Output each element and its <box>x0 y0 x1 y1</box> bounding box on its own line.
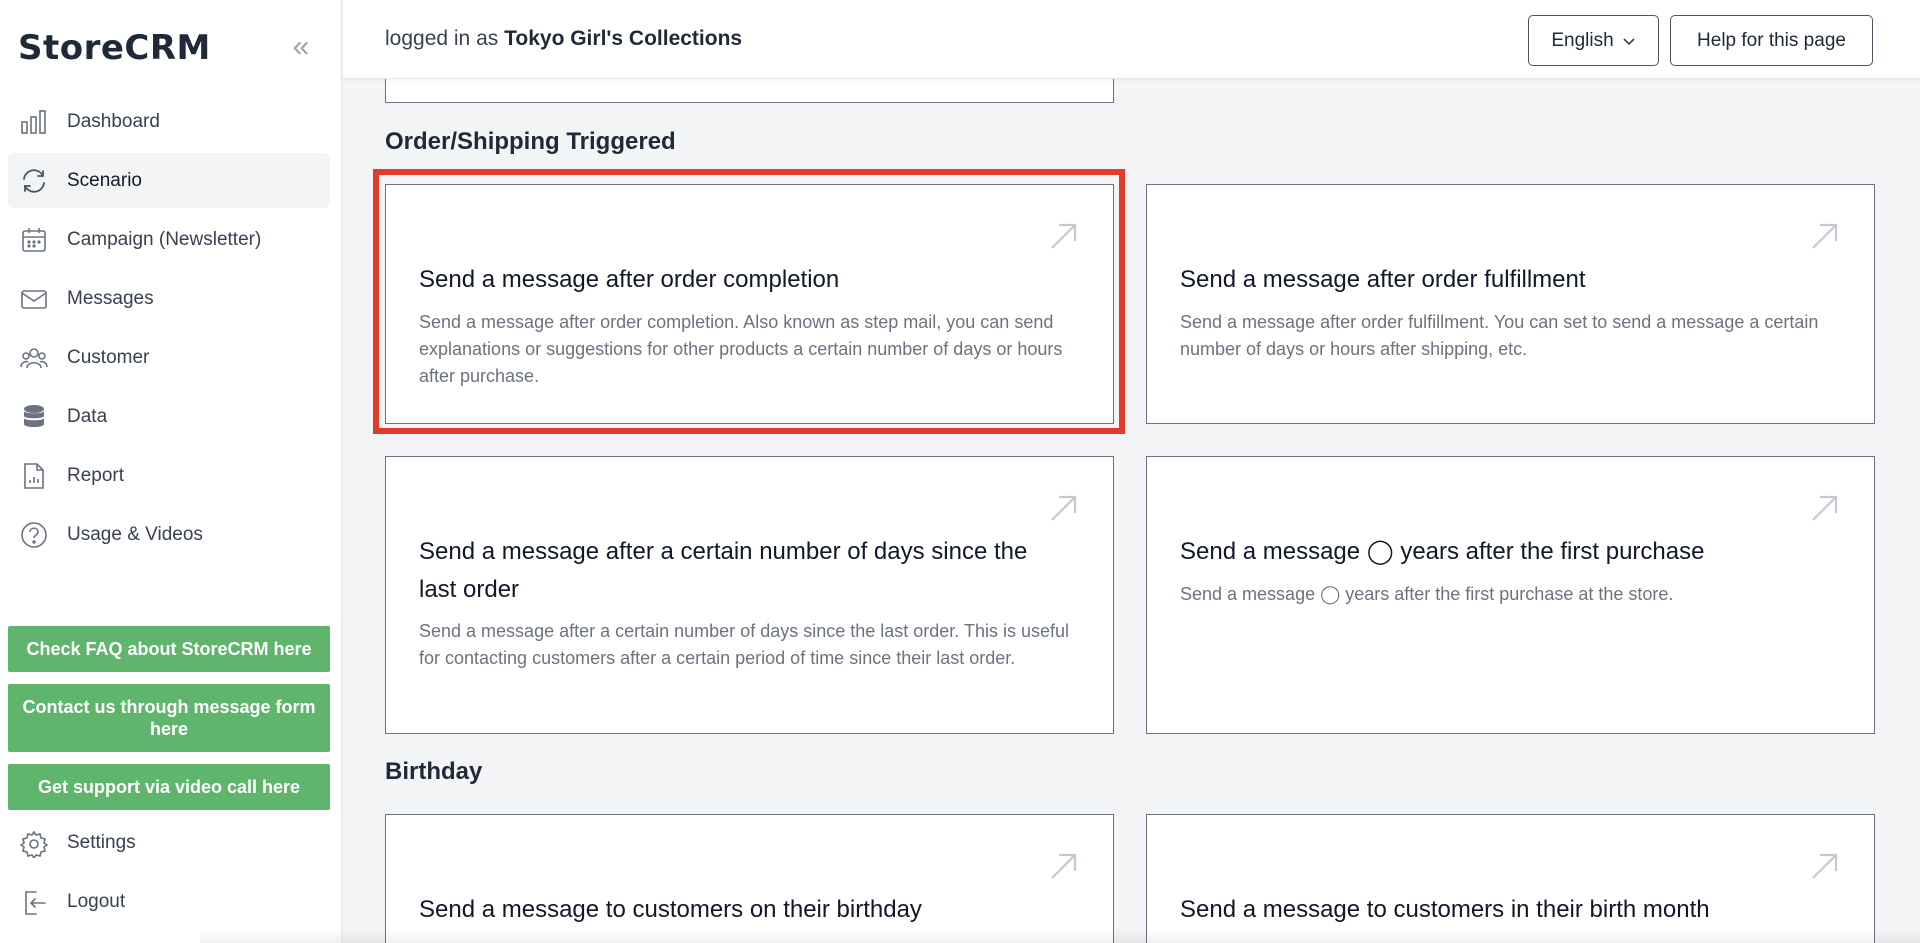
logout-icon <box>25 891 46 915</box>
scenario-card-order-fulfillment[interactable]: Send a message after order fulfillment S… <box>1146 184 1875 424</box>
settings-label: Settings <box>67 832 136 853</box>
arrow-up-right-icon <box>1812 223 1838 249</box>
top-header: logged in as Tokyo Girl's Collections En… <box>343 0 1920 79</box>
card-description: Send a message ◯ years after the first p… <box>1180 584 1674 604</box>
scenario-card-years-after-first-purchase[interactable]: Send a message ◯ years after the first p… <box>1146 456 1875 734</box>
language-select[interactable]: English <box>1528 15 1659 66</box>
users-icon <box>20 348 48 369</box>
sidebar-item-logout[interactable]: Logout <box>8 875 330 930</box>
sidebar-item-label: Campaign (Newsletter) <box>67 228 262 250</box>
refresh-icon <box>23 169 45 193</box>
sidebar-item-label: Messages <box>67 287 154 309</box>
contact-button[interactable]: Contact us through message form here <box>8 684 330 752</box>
login-prefix: logged in as <box>385 27 499 50</box>
sidebar-item-settings[interactable]: Settings <box>8 816 330 871</box>
login-status: logged in as Tokyo Girl's Collections <box>385 27 742 51</box>
arrow-up-right-icon <box>1051 495 1077 521</box>
help-button[interactable]: Help for this page <box>1670 15 1873 66</box>
sidebar-item-label: Report <box>67 464 125 486</box>
main-content: Order/Shipping Triggered Send a message … <box>343 0 1920 943</box>
sidebar-item-campaign[interactable]: Campaign (Newsletter) <box>8 212 330 267</box>
card-title: Send a message after order completion <box>419 266 840 293</box>
database-icon <box>24 405 44 427</box>
calendar-icon <box>22 228 46 252</box>
card-description: Send a message after order fulfillment. … <box>1180 312 1819 359</box>
brand-logo: StoreCRM <box>18 28 211 68</box>
sidebar-item-scenario[interactable]: Scenario <box>8 153 330 208</box>
card-title: Send a message to customers on their bir… <box>419 896 922 923</box>
envelope-icon <box>21 290 47 309</box>
sidebar-item-usage-videos[interactable]: Usage & Videos <box>8 507 330 562</box>
sidebar-item-data[interactable]: Data <box>8 389 330 444</box>
video-support-button[interactable]: Get support via video call here <box>8 764 330 810</box>
card-title: Send a message after order fulfillment <box>1180 266 1586 293</box>
sidebar: StoreCRM « Dashboard Scenario Campaign (… <box>0 0 342 943</box>
card-title: Send a message ◯ years after the first p… <box>1180 538 1705 565</box>
scenario-card-birth-month[interactable]: Send a message to customers in their bir… <box>1146 814 1875 943</box>
faq-button[interactable]: Check FAQ about StoreCRM here <box>8 626 330 672</box>
section-title-birthday: Birthday <box>385 758 483 785</box>
bottom-shadow <box>200 929 1920 943</box>
arrow-up-right-icon <box>1812 495 1838 521</box>
section-title-order-shipping: Order/Shipping Triggered <box>385 128 676 155</box>
sidebar-item-label: Customer <box>67 346 150 368</box>
language-label: English <box>1551 29 1614 51</box>
arrow-up-right-icon <box>1812 853 1838 879</box>
scenario-card-birthday[interactable]: Send a message to customers on their bir… <box>385 814 1114 943</box>
card-title: Send a message to customers in their bir… <box>1180 896 1710 923</box>
bar-chart-icon <box>21 110 46 134</box>
gear-icon <box>20 830 48 858</box>
sidebar-item-label: Scenario <box>67 169 142 191</box>
sidebar-item-label: Data <box>67 405 108 427</box>
question-circle-icon <box>21 522 47 548</box>
sidebar-item-messages[interactable]: Messages <box>8 271 330 326</box>
collapse-sidebar-icon[interactable]: « <box>284 32 318 66</box>
sidebar-item-customer[interactable]: Customer <box>8 330 330 385</box>
store-name: Tokyo Girl's Collections <box>504 27 743 50</box>
scenario-card-days-since-last-order[interactable]: Send a message after a certain number of… <box>385 456 1114 734</box>
sidebar-item-label: Usage & Videos <box>67 523 203 545</box>
logout-label: Logout <box>67 891 126 912</box>
sidebar-item-dashboard[interactable]: Dashboard <box>8 94 330 149</box>
sidebar-item-label: Dashboard <box>67 110 160 132</box>
arrow-up-right-icon <box>1051 853 1077 879</box>
card-title: Send a message after a certain number of… <box>419 538 1028 603</box>
sidebar-item-report[interactable]: Report <box>8 448 330 503</box>
card-description: Send a message after order completion. A… <box>419 312 1063 386</box>
chevron-down-icon <box>1623 37 1635 45</box>
scenario-card-order-completion[interactable]: Send a message after order completion Se… <box>385 184 1114 424</box>
arrow-up-right-icon <box>1051 223 1077 249</box>
document-chart-icon <box>24 463 44 489</box>
card-description: Send a message after a certain number of… <box>419 621 1070 668</box>
sidebar-nav: Dashboard Scenario Campaign (Newsletter)… <box>8 94 330 566</box>
